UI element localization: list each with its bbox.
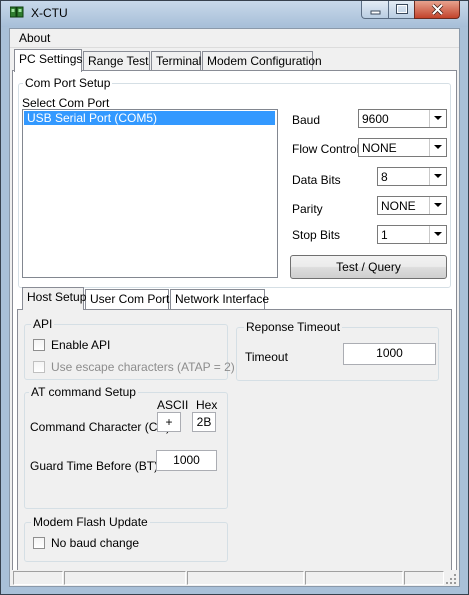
baud-label: Baud (292, 113, 321, 127)
flow-control-label: Flow Control (292, 142, 360, 156)
tab-user-com-ports[interactable]: User Com Ports (85, 289, 175, 309)
stop-bits-label: Stop Bits (292, 228, 341, 242)
xctu-app-icon (10, 6, 24, 18)
stop-bits-dropdown-arrow[interactable] (429, 226, 446, 243)
escape-characters-label: Use escape characters (ATAP = 2) (51, 360, 235, 374)
hex-header: Hex (196, 398, 218, 412)
escape-characters-checkbox[interactable] (33, 361, 45, 373)
chevron-down-icon (434, 203, 442, 207)
chevron-down-icon (434, 174, 442, 178)
flow-control-select[interactable]: NONE (358, 138, 447, 157)
resize-grip-icon[interactable] (446, 574, 457, 585)
at-command-legend: AT command Setup (29, 385, 138, 399)
status-panel-1 (13, 571, 63, 585)
chevron-down-icon (434, 145, 442, 149)
data-bits-dropdown-arrow[interactable] (429, 168, 446, 185)
main-tab-strip: PC Settings Range Test Terminal Modem Co… (10, 49, 459, 72)
ascii-header: ASCII (157, 398, 189, 412)
command-character-ascii-field[interactable]: + (157, 412, 181, 432)
pc-settings-panel: Com Port Setup Select Com Port USB Seria… (12, 70, 457, 572)
timeout-field[interactable]: 1000 (343, 343, 436, 365)
enable-api-label: Enable API (51, 338, 111, 352)
parity-label: Parity (292, 202, 323, 216)
flow-control-dropdown-arrow[interactable] (429, 139, 446, 156)
tab-modem-configuration[interactable]: Modem Configuration (202, 51, 322, 71)
tab-terminal[interactable]: Terminal (151, 51, 201, 71)
com-port-list[interactable]: USB Serial Port (COM5) (22, 109, 278, 278)
main-window: X-CTU About PC Settings Range Test Termi… (0, 0, 469, 595)
status-panel-5 (404, 571, 444, 585)
command-character-hex-field[interactable]: 2B (192, 412, 216, 432)
tab-pc-settings[interactable]: PC Settings (14, 49, 82, 72)
window-title: X-CTU (31, 6, 68, 20)
close-button[interactable] (414, 1, 460, 19)
menu-bar: About (10, 29, 459, 48)
data-bits-label: Data Bits (292, 173, 341, 187)
status-bar (10, 570, 459, 586)
status-panel-3 (187, 571, 304, 585)
test-query-button[interactable]: Test / Query (290, 255, 447, 279)
status-panel-2 (64, 571, 186, 585)
host-setup-panel: API Enable API Use escape characters (AT… (17, 309, 452, 571)
data-bits-value: 8 (381, 170, 388, 184)
tab-range-test[interactable]: Range Test (83, 51, 150, 71)
status-panel-4 (305, 571, 403, 585)
minimize-icon (370, 10, 381, 15)
response-timeout-legend: Reponse Timeout (244, 320, 343, 334)
timeout-label: Timeout (245, 350, 288, 364)
command-character-label: Command Character (CC) (30, 420, 171, 434)
title-bar[interactable]: X-CTU (1, 1, 468, 27)
tab-network-interface[interactable]: Network Interface (170, 289, 269, 309)
parity-dropdown-arrow[interactable] (429, 197, 446, 214)
baud-value: 9600 (362, 112, 389, 126)
modem-flash-update-legend: Modem Flash Update (31, 515, 150, 529)
stop-bits-select[interactable]: 1 (377, 225, 447, 244)
chevron-down-icon (434, 116, 442, 120)
maximize-button[interactable] (388, 1, 415, 19)
baud-select[interactable]: 9600 (358, 109, 447, 128)
select-com-port-label: Select Com Port (22, 96, 110, 110)
api-legend: API (31, 317, 55, 331)
guard-time-label: Guard Time Before (BT) (30, 459, 159, 473)
flow-control-value: NONE (362, 141, 397, 155)
baud-dropdown-arrow[interactable] (429, 110, 446, 127)
minimize-button[interactable] (361, 1, 389, 19)
chevron-down-icon (434, 232, 442, 236)
enable-api-checkbox[interactable] (33, 339, 45, 351)
parity-value: NONE (381, 199, 416, 213)
list-item-com5[interactable]: USB Serial Port (COM5) (24, 111, 275, 125)
maximize-icon (396, 4, 408, 14)
guard-time-field[interactable]: 1000 (156, 450, 217, 471)
menu-about[interactable]: About (19, 31, 50, 45)
stop-bits-value: 1 (381, 228, 388, 242)
client-area: About PC Settings Range Test Terminal Mo… (9, 28, 460, 587)
data-bits-select[interactable]: 8 (377, 167, 447, 186)
com-port-setup-legend: Com Port Setup (23, 76, 113, 90)
close-icon (431, 3, 444, 16)
parity-select[interactable]: NONE (377, 196, 447, 215)
tab-host-setup[interactable]: Host Setup (22, 287, 86, 310)
no-baud-change-checkbox[interactable] (33, 537, 45, 549)
no-baud-change-label: No baud change (51, 536, 140, 550)
